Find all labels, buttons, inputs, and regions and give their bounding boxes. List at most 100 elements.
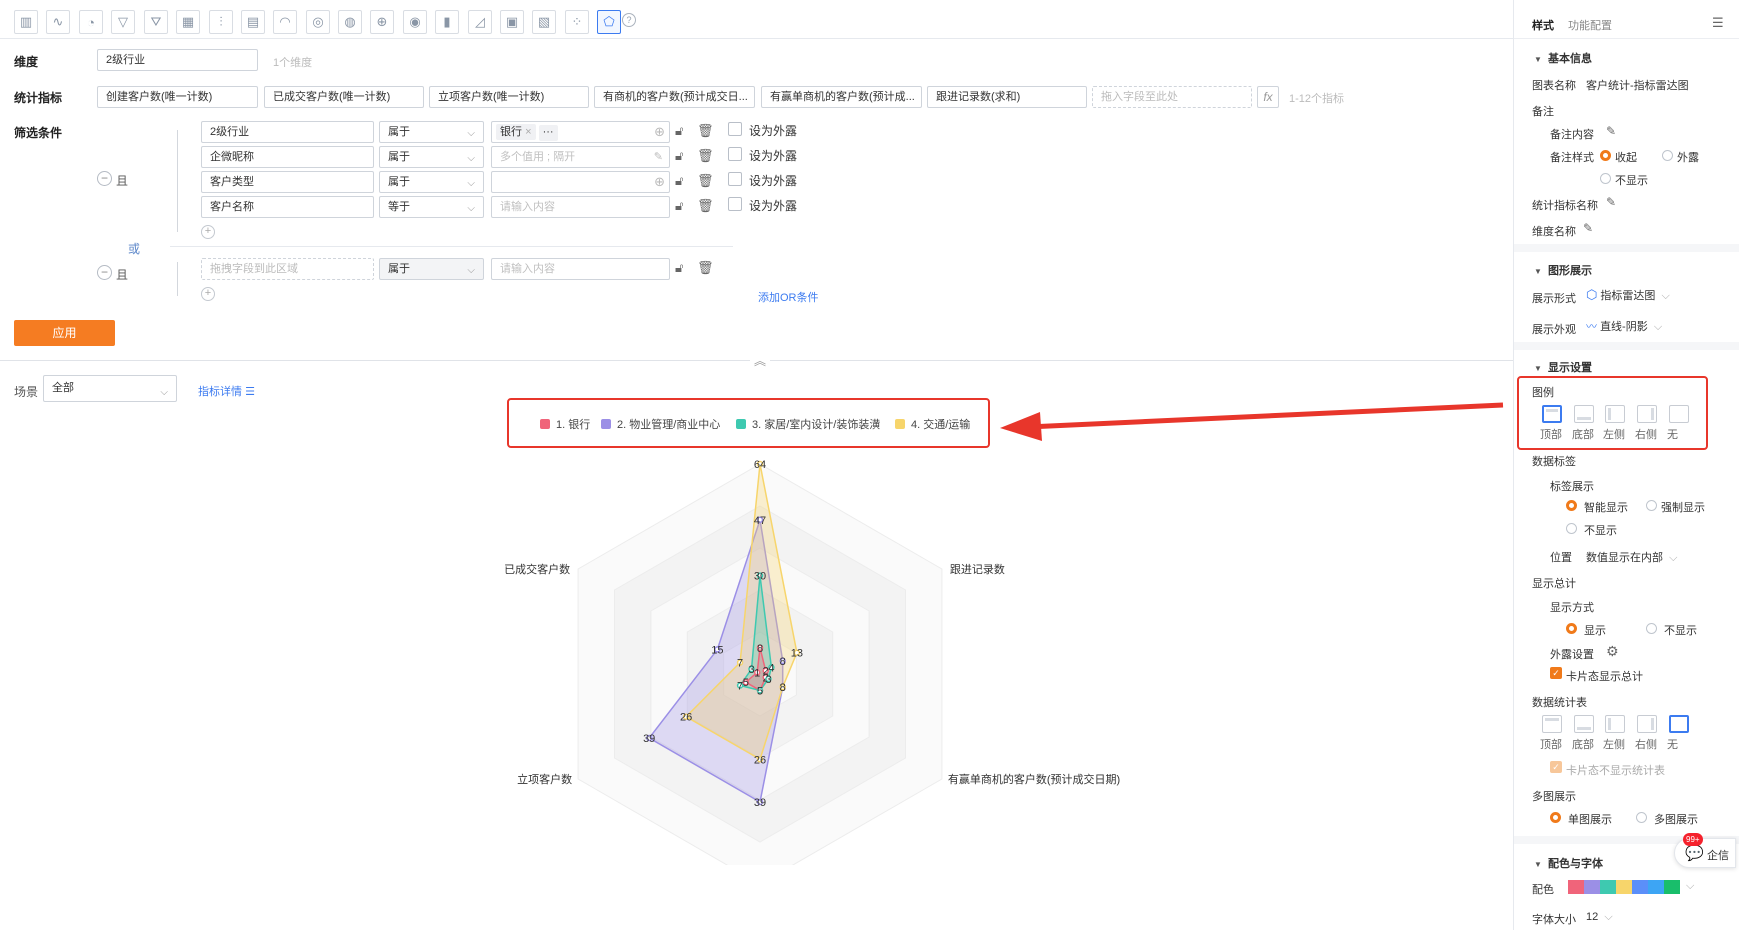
pivot-table-icon[interactable]: ▧ xyxy=(532,10,556,34)
position-option-5[interactable] xyxy=(1669,405,1689,423)
legend-item[interactable]: 1. 银行 xyxy=(540,416,590,432)
edit-icon[interactable]: ✎ xyxy=(1583,221,1593,235)
radar-chart-icon[interactable]: ⬠ xyxy=(597,10,621,34)
legend-item[interactable]: 3. 家居/室内设计/装饰装潢 xyxy=(736,416,880,432)
legend-item[interactable]: 4. 交通/运输 xyxy=(895,416,970,432)
column-chart-icon[interactable]: ▮ xyxy=(435,10,459,34)
bar-chart-icon[interactable]: ▥ xyxy=(14,10,38,34)
metric-chip[interactable]: 有商机的客户数(预计成交日... xyxy=(594,86,755,108)
trash-icon[interactable]: 🗑︎ xyxy=(697,123,714,139)
filter-value-input[interactable]: 请输入内容 xyxy=(491,258,670,280)
metric-chip[interactable]: 创建客户数(唯一计数) xyxy=(97,86,258,108)
section-color-font[interactable]: ▼ 配色与字体 xyxy=(1534,855,1603,871)
collapse-group-icon[interactable]: − xyxy=(97,265,112,280)
collapse-group-icon[interactable]: − xyxy=(97,171,112,186)
radio-multi[interactable] xyxy=(1636,812,1647,823)
lock-icon[interactable]: 🔓︎ xyxy=(675,260,683,276)
add-filter-icon[interactable]: + xyxy=(201,225,215,239)
tab-function-config[interactable]: 功能配置 xyxy=(1568,17,1612,33)
card-total-checkbox[interactable]: ✓ xyxy=(1550,667,1562,679)
position-option-3[interactable] xyxy=(1605,715,1625,733)
gear-icon[interactable]: ⚙ xyxy=(1606,643,1619,660)
radio-force[interactable] xyxy=(1646,500,1657,511)
radio-show[interactable] xyxy=(1566,623,1577,634)
filter-operator[interactable]: 属于 ⌵ xyxy=(379,171,484,193)
lock-icon[interactable]: 🔓︎ xyxy=(675,123,683,139)
filter-value-input[interactable]: ⊕ xyxy=(491,171,670,193)
expose-checkbox[interactable] xyxy=(728,172,742,186)
add-filter-icon[interactable]: + xyxy=(201,287,215,301)
more-tags[interactable]: ··· xyxy=(538,125,558,141)
pie-chart-icon[interactable]: ◔ xyxy=(79,10,103,34)
filter-operator[interactable]: 等于 ⌵ xyxy=(379,196,484,218)
metric-chip[interactable]: 已成交客户数(唯一计数) xyxy=(264,86,424,108)
position-option-1[interactable] xyxy=(1542,405,1562,423)
radio-single[interactable] xyxy=(1550,812,1561,823)
position-option-4[interactable] xyxy=(1637,715,1657,733)
tag-close-icon[interactable]: × xyxy=(525,126,531,138)
add-or-condition-link[interactable]: 添加OR条件 xyxy=(758,289,819,305)
add-circle-icon[interactable]: ⊕ xyxy=(654,172,665,192)
menu-icon[interactable]: ☰ xyxy=(1712,15,1724,31)
position-option-5[interactable] xyxy=(1669,715,1689,733)
filter-field[interactable]: 企微昵称 xyxy=(201,146,374,168)
trash-icon[interactable]: 🗑︎ xyxy=(697,173,714,189)
image-icon[interactable]: ▣ xyxy=(500,10,524,34)
filter-value-input[interactable]: 请输入内容 xyxy=(491,196,670,218)
scene-select[interactable]: 全部 ⌵ xyxy=(43,375,177,402)
chart-name-value[interactable]: 客户统计-指标雷达图 xyxy=(1586,77,1689,93)
position-select[interactable]: 数值显示在内部 ⌵ xyxy=(1586,549,1677,565)
filter-field[interactable]: 2级行业 xyxy=(201,121,374,143)
lock-icon[interactable]: 🔓︎ xyxy=(675,148,683,164)
formula-icon[interactable]: fx xyxy=(1257,86,1279,108)
metric-chip[interactable]: 有赢单商机的客户数(预计成... xyxy=(761,86,922,108)
font-size-select[interactable]: 12 ⌵ xyxy=(1586,911,1613,924)
filter-field[interactable]: 客户类型 xyxy=(201,171,374,193)
radio-collapse[interactable] xyxy=(1600,150,1611,161)
card-no-table-checkbox[interactable]: ✓ xyxy=(1550,761,1562,773)
radio-not-show[interactable] xyxy=(1566,523,1577,534)
filter-operator[interactable]: 属于 ⌵ xyxy=(379,146,484,168)
trash-icon[interactable]: 🗑︎ xyxy=(697,260,714,276)
circle-map-icon[interactable]: ◉ xyxy=(403,10,427,34)
text-card-icon[interactable]: ▤ xyxy=(241,10,265,34)
filter-operator[interactable]: 属于 ⌵ xyxy=(379,121,484,143)
edit-icon[interactable]: ✎ xyxy=(654,147,663,167)
trash-icon[interactable]: 🗑︎ xyxy=(697,198,714,214)
section-graphic-display[interactable]: ▼ 图形展示 xyxy=(1534,262,1592,278)
scatter-icon[interactable]: ⁘ xyxy=(565,10,589,34)
value-tag[interactable]: 银行 × xyxy=(496,124,536,140)
radio-hide-total[interactable] xyxy=(1646,623,1657,634)
display-look-select[interactable]: 〰 直线-阴影 ⌵ xyxy=(1586,318,1662,334)
chat-widget[interactable]: 💬 企信 99+ xyxy=(1674,833,1736,868)
radio-smart[interactable] xyxy=(1566,500,1577,511)
legend-item[interactable]: 2. 物业管理/商业中心 xyxy=(601,416,720,432)
radio-expose[interactable] xyxy=(1662,150,1673,161)
position-option-3[interactable] xyxy=(1605,405,1625,423)
map-icon[interactable]: ◎ xyxy=(306,10,330,34)
globe-icon[interactable]: ◍ xyxy=(338,10,362,34)
expose-checkbox[interactable] xyxy=(728,197,742,211)
section-basic-info[interactable]: ▼ 基本信息 xyxy=(1534,50,1592,66)
position-option-1[interactable] xyxy=(1542,715,1562,733)
or-field-drop[interactable]: 拖拽字段到此区域 xyxy=(201,258,374,280)
lock-icon[interactable]: 🔓︎ xyxy=(675,198,683,214)
edit-icon[interactable]: ✎ xyxy=(1606,124,1616,138)
metric-detail-link[interactable]: 指标详情 ☰ xyxy=(198,383,255,399)
edit-icon[interactable]: ✎ xyxy=(1606,195,1616,209)
metric-chip[interactable]: 跟进记录数(求和) xyxy=(927,86,1087,108)
table-icon[interactable]: ▦ xyxy=(176,10,200,34)
filter-value-tags[interactable]: 银行 × ··· ⊕ xyxy=(491,121,670,143)
help-icon[interactable]: ? xyxy=(622,13,636,27)
line-chart-icon[interactable]: ∿ xyxy=(46,10,70,34)
combo-chart-icon[interactable]: ⫶ xyxy=(209,10,233,34)
chevron-down-icon[interactable]: ⌵ xyxy=(1686,880,1694,893)
area-chart-icon[interactable]: ◿ xyxy=(468,10,492,34)
lock-icon[interactable]: 🔓︎ xyxy=(675,173,683,189)
radio-hide[interactable] xyxy=(1600,173,1611,184)
trash-icon[interactable]: 🗑︎ xyxy=(697,148,714,164)
apply-button[interactable]: 应用 xyxy=(14,320,115,346)
gauge-icon[interactable]: ◠ xyxy=(273,10,297,34)
position-option-4[interactable] xyxy=(1637,405,1657,423)
globe-alt-icon[interactable]: ⊕ xyxy=(370,10,394,34)
